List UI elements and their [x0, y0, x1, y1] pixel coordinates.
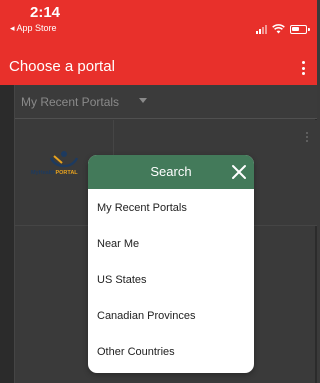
search-option-my-recent-portals[interactable]: My Recent Portals	[88, 190, 254, 226]
search-dialog-header: Search	[88, 155, 254, 189]
app-bar: Choose a portal	[0, 52, 317, 85]
signal-icon	[256, 24, 267, 34]
battery-icon	[290, 24, 310, 34]
wifi-icon	[272, 24, 285, 34]
search-dialog: Search My Recent Portals Near Me US Stat…	[88, 155, 254, 373]
status-icons	[256, 24, 310, 34]
close-icon[interactable]	[229, 162, 249, 182]
search-option-near-me[interactable]: Near Me	[88, 226, 254, 262]
caret-down-icon	[139, 98, 147, 103]
search-option-us-states[interactable]: US States	[88, 262, 254, 298]
status-time: 2:14	[30, 4, 61, 21]
more-vertical-icon[interactable]	[297, 59, 309, 77]
search-option-other-countries[interactable]: Other Countries	[88, 334, 254, 370]
back-to-app-store-link[interactable]: ◂ App Store	[10, 23, 57, 34]
search-option-canadian-provinces[interactable]: Canadian Provinces	[88, 298, 254, 334]
portal-filter-label: My Recent Portals	[21, 95, 120, 109]
portal-filter-dropdown[interactable]: My Recent Portals	[15, 85, 317, 119]
logo-text: MyHealthPORTAL	[31, 170, 78, 176]
status-bar: 2:14 ◂ App Store	[0, 0, 317, 52]
left-gutter	[0, 85, 15, 383]
card-more-icon[interactable]	[306, 132, 308, 142]
page-title: Choose a portal	[9, 58, 115, 75]
